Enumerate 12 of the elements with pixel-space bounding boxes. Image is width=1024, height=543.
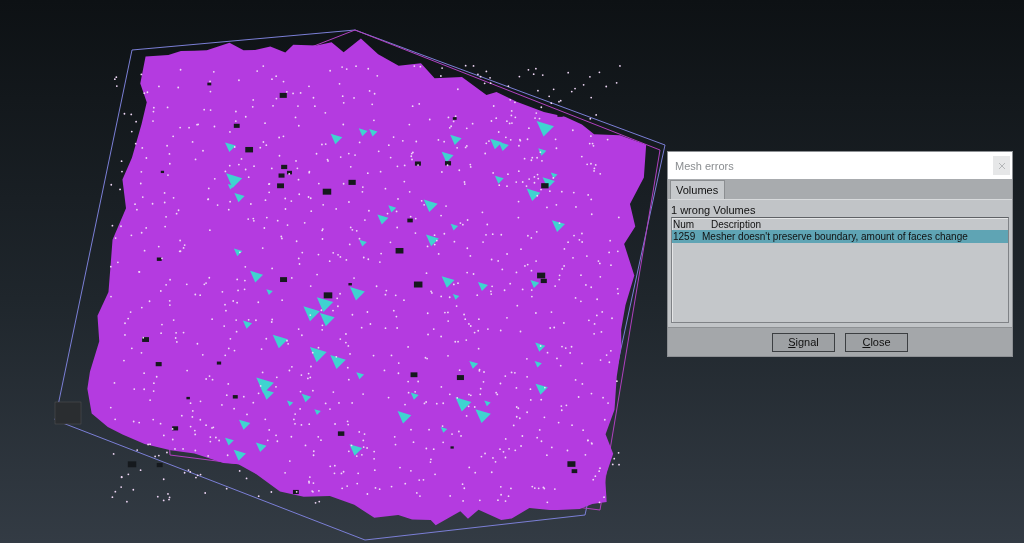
table-cell: Mesher doesn't preserve boundary, amount of faces change	[702, 231, 968, 242]
window-title: Mesh errors	[675, 159, 734, 172]
signal-button[interactable]: Signal	[772, 332, 835, 352]
close-button[interactable]	[993, 156, 1010, 175]
close-dialog-button[interactable]: Close	[845, 332, 908, 352]
close-icon	[998, 162, 1005, 169]
column-header: Num	[673, 219, 696, 230]
table-cell-text: 1259	[673, 231, 697, 242]
column-header: Description	[711, 219, 762, 230]
tab[interactable]: Volumes	[670, 180, 726, 199]
list-row[interactable]: 1259 Mesher doesn't preserve boundary, amount of faces change	[672, 230, 1008, 243]
summary-text: 1 wrong Volumes	[670, 203, 757, 217]
